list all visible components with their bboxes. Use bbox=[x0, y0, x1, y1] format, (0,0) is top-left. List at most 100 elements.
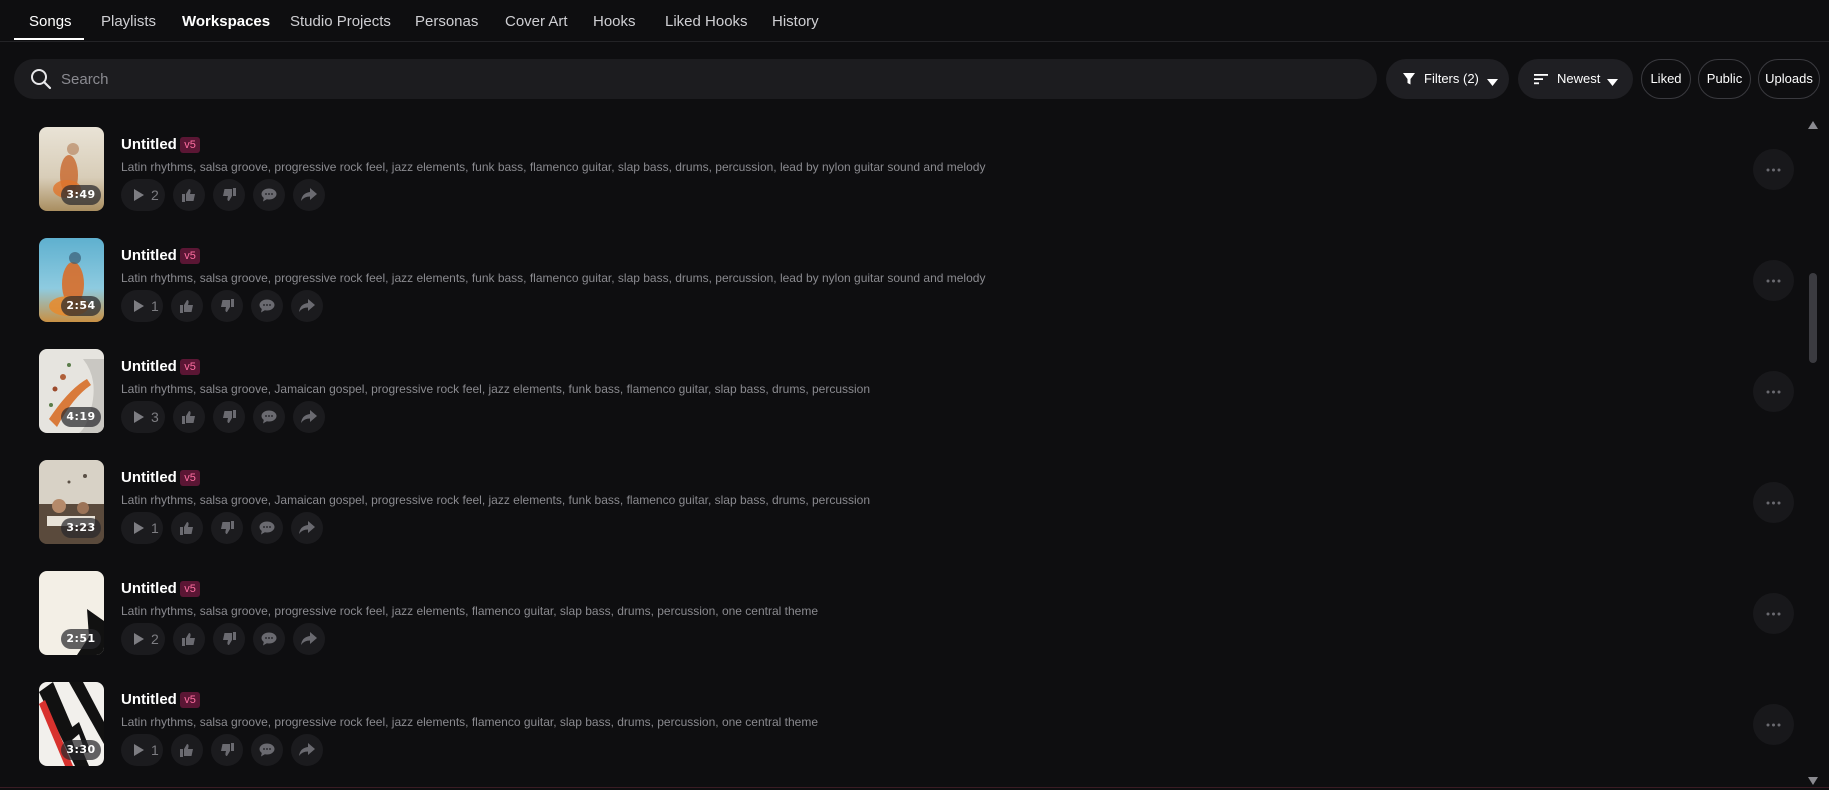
song-cover-art[interactable]: 2:51 bbox=[39, 571, 104, 655]
dislike-button[interactable] bbox=[211, 734, 243, 766]
share-button[interactable] bbox=[293, 179, 325, 211]
thumbs-down-icon bbox=[221, 521, 234, 534]
song-duration: 3:23 bbox=[61, 518, 101, 538]
share-button[interactable] bbox=[291, 512, 323, 544]
play-icon bbox=[134, 633, 144, 645]
song-title[interactable]: Untitled bbox=[121, 580, 177, 597]
tab-liked-hooks[interactable]: Liked Hooks bbox=[665, 13, 748, 30]
play-count: 1 bbox=[151, 742, 159, 758]
tab-playlists[interactable]: Playlists bbox=[101, 13, 156, 30]
version-badge: v5 bbox=[180, 248, 200, 264]
more-options-button[interactable] bbox=[1753, 593, 1794, 634]
song-title[interactable]: Untitled bbox=[121, 469, 177, 486]
comment-button[interactable] bbox=[251, 290, 283, 322]
thumbs-down-icon bbox=[223, 410, 236, 423]
play-button[interactable]: 2 bbox=[121, 623, 165, 655]
more-options-button[interactable] bbox=[1753, 482, 1794, 523]
share-icon bbox=[299, 743, 315, 756]
song-duration: 2:54 bbox=[61, 296, 101, 316]
thumbs-up-icon bbox=[180, 522, 193, 535]
song-row[interactable]: 2:51 Untitled v5 Latin rhythms, salsa gr… bbox=[0, 571, 1800, 682]
song-row[interactable]: 2:54 Untitled v5 Latin rhythms, salsa gr… bbox=[0, 238, 1800, 349]
song-row[interactable]: 3:49 Untitled v5 Latin rhythms, salsa gr… bbox=[0, 127, 1800, 238]
uploads-filter-button[interactable]: Uploads bbox=[1758, 59, 1820, 99]
more-options-button[interactable] bbox=[1753, 704, 1794, 745]
share-button[interactable] bbox=[293, 623, 325, 655]
sort-button[interactable]: Newest bbox=[1518, 59, 1633, 99]
comment-button[interactable] bbox=[253, 623, 285, 655]
song-cover-art[interactable]: 2:54 bbox=[39, 238, 104, 322]
scroll-up-arrow[interactable] bbox=[1807, 117, 1819, 129]
share-button[interactable] bbox=[291, 290, 323, 322]
thumbs-up-icon bbox=[180, 744, 193, 757]
more-dots-icon bbox=[1766, 390, 1781, 394]
play-button[interactable]: 1 bbox=[121, 290, 163, 322]
public-filter-button[interactable]: Public bbox=[1698, 59, 1751, 99]
song-title[interactable]: Untitled bbox=[121, 136, 177, 153]
dislike-button[interactable] bbox=[213, 401, 245, 433]
play-count: 1 bbox=[151, 520, 159, 536]
share-icon bbox=[301, 410, 317, 423]
song-title[interactable]: Untitled bbox=[121, 247, 177, 264]
song-row[interactable]: 3:23 Untitled v5 Latin rhythms, salsa gr… bbox=[0, 460, 1800, 571]
version-badge: v5 bbox=[180, 470, 200, 486]
version-badge: v5 bbox=[180, 581, 200, 597]
share-button[interactable] bbox=[293, 401, 325, 433]
play-button[interactable]: 1 bbox=[121, 512, 163, 544]
tab-studio-projects[interactable]: Studio Projects bbox=[290, 13, 391, 30]
more-options-button[interactable] bbox=[1753, 371, 1794, 412]
song-cover-art[interactable]: 4:19 bbox=[39, 349, 104, 433]
like-button[interactable] bbox=[173, 401, 205, 433]
comment-icon bbox=[261, 632, 277, 646]
song-title[interactable]: Untitled bbox=[121, 691, 177, 708]
funnel-icon bbox=[1402, 72, 1416, 89]
play-count: 2 bbox=[151, 631, 159, 647]
song-duration: 4:19 bbox=[61, 407, 101, 427]
comment-button[interactable] bbox=[253, 401, 285, 433]
liked-filter-button[interactable]: Liked bbox=[1641, 59, 1691, 99]
more-options-button[interactable] bbox=[1753, 149, 1794, 190]
play-count: 1 bbox=[151, 298, 159, 314]
tab-cover-art[interactable]: Cover Art bbox=[505, 13, 568, 30]
tab-songs[interactable]: Songs bbox=[29, 13, 72, 30]
play-icon bbox=[134, 189, 144, 201]
tab-workspaces[interactable]: Workspaces bbox=[182, 13, 270, 30]
tab-history[interactable]: History bbox=[772, 13, 819, 30]
song-title[interactable]: Untitled bbox=[121, 358, 177, 375]
comment-button[interactable] bbox=[251, 512, 283, 544]
scroll-down-arrow[interactable] bbox=[1807, 773, 1819, 785]
comment-button[interactable] bbox=[251, 734, 283, 766]
song-duration: 3:49 bbox=[61, 185, 101, 205]
song-cover-art[interactable]: 3:30 bbox=[39, 682, 104, 766]
like-button[interactable] bbox=[173, 623, 205, 655]
like-button[interactable] bbox=[173, 179, 205, 211]
scrollbar-thumb[interactable] bbox=[1809, 273, 1817, 363]
song-cover-art[interactable]: 3:49 bbox=[39, 127, 104, 211]
filters-button[interactable]: Filters (2) bbox=[1386, 59, 1509, 99]
song-style-description: Latin rhythms, salsa groove, Jamaican go… bbox=[121, 493, 871, 507]
dislike-button[interactable] bbox=[211, 512, 243, 544]
chevron-down-icon bbox=[1607, 75, 1618, 90]
song-row[interactable]: 4:19 Untitled v5 Latin rhythms, salsa gr… bbox=[0, 349, 1800, 460]
tab-hooks[interactable]: Hooks bbox=[593, 13, 636, 30]
dislike-button[interactable] bbox=[213, 179, 245, 211]
search-bar bbox=[14, 59, 1377, 99]
play-icon bbox=[134, 300, 144, 312]
song-cover-art[interactable]: 3:23 bbox=[39, 460, 104, 544]
play-button[interactable]: 3 bbox=[121, 401, 165, 433]
comment-button[interactable] bbox=[253, 179, 285, 211]
like-button[interactable] bbox=[171, 734, 203, 766]
more-dots-icon bbox=[1766, 612, 1781, 616]
tab-personas[interactable]: Personas bbox=[415, 13, 478, 30]
search-input[interactable] bbox=[61, 59, 1361, 99]
like-button[interactable] bbox=[171, 512, 203, 544]
like-button[interactable] bbox=[171, 290, 203, 322]
dislike-button[interactable] bbox=[213, 623, 245, 655]
more-options-button[interactable] bbox=[1753, 260, 1794, 301]
share-button[interactable] bbox=[291, 734, 323, 766]
dislike-button[interactable] bbox=[211, 290, 243, 322]
thumbs-up-icon bbox=[182, 633, 195, 646]
play-button[interactable]: 2 bbox=[121, 179, 165, 211]
song-row[interactable]: 3:30 Untitled v5 Latin rhythms, salsa gr… bbox=[0, 682, 1800, 790]
play-button[interactable]: 1 bbox=[121, 734, 163, 766]
